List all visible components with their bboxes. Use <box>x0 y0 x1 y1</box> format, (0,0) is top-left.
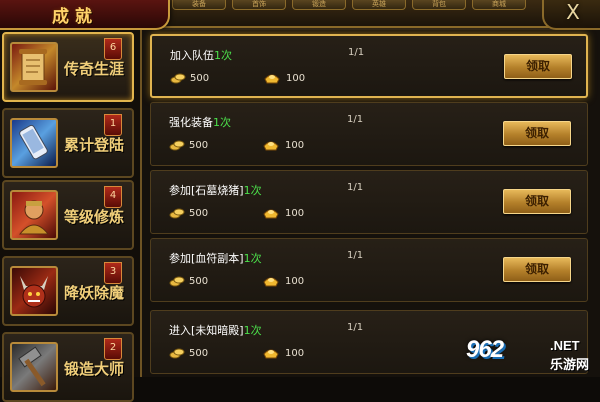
claim-button[interactable]: 领取 <box>504 54 572 79</box>
top-tab[interactable]: 背包 <box>412 0 466 10</box>
count-badge: 1 <box>104 114 122 136</box>
achievement-count: 1次 <box>243 184 262 197</box>
ingot-reward-value: 100 <box>285 348 305 359</box>
sidebar-item-label: 锻造大师 <box>64 360 125 378</box>
gold-ingot-icon <box>263 277 279 287</box>
achievement-window: 装备 首饰 锻造 英雄 背包 商城 X 成就 传奇生涯 6 累计登陆 1 等级修… <box>0 0 600 402</box>
ingot-reward-value: 100 <box>285 140 305 151</box>
top-tab[interactable]: 装备 <box>172 0 226 10</box>
count-badge: 3 <box>104 262 122 284</box>
gold-coins-icon <box>169 140 185 151</box>
close-button[interactable]: X <box>560 2 586 24</box>
gold-reward-value: 500 <box>189 208 209 219</box>
achievement-row: 加入队伍1次 1/1 500 100 领取 <box>150 34 588 98</box>
warrior-icon <box>10 190 58 240</box>
scroll-icon <box>10 42 58 92</box>
window-title: 成就 <box>52 7 98 27</box>
title-plate: 成就 <box>0 0 170 30</box>
gold-reward-value: 500 <box>189 140 209 151</box>
sidebar-item-legend-career[interactable]: 传奇生涯 6 <box>2 32 134 102</box>
sidebar-item-label: 累计登陆 <box>64 136 125 154</box>
achievement-progress: 1/1 <box>347 182 364 193</box>
watermark-sub-text: 乐游网 <box>550 358 590 373</box>
achievement-progress: 1/1 <box>348 47 365 58</box>
achievement-name: 强化装备1次 <box>169 116 231 129</box>
gold-ingot-icon <box>263 209 279 219</box>
claim-button[interactable]: 领取 <box>503 121 571 146</box>
phone-icon <box>10 118 58 168</box>
category-sidebar: 传奇生涯 6 累计登陆 1 等级修炼 4 降妖除魔 3 锻造大师 2 <box>0 30 142 402</box>
sidebar-item-forge-master[interactable]: 锻造大师 2 <box>2 332 134 402</box>
ingot-reward-value: 100 <box>285 208 305 219</box>
watermark-logo-text: 962 <box>466 336 504 363</box>
sidebar-item-demon-slaying[interactable]: 降妖除魔 3 <box>2 256 134 326</box>
achievement-row: 参加[血符副本]1次 1/1 500 100 领取 <box>150 238 588 302</box>
achievement-count: 1次 <box>214 49 232 62</box>
top-tab[interactable]: 锻造 <box>292 0 346 10</box>
gold-coins-icon <box>169 208 185 219</box>
gold-coins-icon <box>169 276 185 287</box>
achievement-row: 参加[石墓烧猪]1次 1/1 500 100 领取 <box>150 170 588 234</box>
claim-button[interactable]: 领取 <box>503 257 571 282</box>
ingot-reward-value: 100 <box>285 276 305 287</box>
gold-reward-value: 500 <box>189 276 209 287</box>
sidebar-item-label: 降妖除魔 <box>64 284 125 302</box>
achievement-progress: 1/1 <box>347 322 364 333</box>
top-tab[interactable]: 商城 <box>472 0 526 10</box>
achievement-list: 加入队伍1次 1/1 500 100 领取 强化装备1次 1/1 500 100… <box>142 30 600 377</box>
achievement-name: 进入[未知暗殿]1次 <box>169 324 262 337</box>
count-badge: 4 <box>104 186 122 208</box>
demon-icon <box>10 266 58 316</box>
gold-ingot-icon <box>263 349 279 359</box>
count-badge: 2 <box>104 338 122 360</box>
achievement-row: 强化装备1次 1/1 500 100 领取 <box>150 102 588 166</box>
sidebar-item-label: 等级修炼 <box>64 208 125 226</box>
top-tabs: 装备 首饰 锻造 英雄 背包 商城 <box>172 0 526 10</box>
achievement-count: 1次 <box>243 252 262 265</box>
top-tab[interactable]: 英雄 <box>352 0 406 10</box>
ingot-reward-value: 100 <box>286 73 306 84</box>
gold-reward-value: 500 <box>189 348 209 359</box>
watermark-net-text: .NET <box>550 338 580 353</box>
achievement-name: 加入队伍1次 <box>170 49 232 62</box>
hammer-icon <box>10 342 58 392</box>
top-tab[interactable]: 首饰 <box>232 0 286 10</box>
gold-ingot-icon <box>263 141 279 151</box>
sidebar-item-login-total[interactable]: 累计登陆 1 <box>2 108 134 178</box>
site-watermark: 962 .NET 乐游网 <box>466 336 594 373</box>
achievement-progress: 1/1 <box>347 250 364 261</box>
sidebar-item-level-training[interactable]: 等级修炼 4 <box>2 180 134 250</box>
achievement-count: 1次 <box>213 116 231 129</box>
achievement-progress: 1/1 <box>347 114 364 125</box>
count-badge: 6 <box>104 38 122 60</box>
achievement-name: 参加[石墓烧猪]1次 <box>169 184 262 197</box>
achievement-name: 参加[血符副本]1次 <box>169 252 262 265</box>
gold-ingot-icon <box>264 74 280 84</box>
gold-coins-icon <box>169 348 185 359</box>
gold-coins-icon <box>170 73 186 84</box>
achievement-count: 1次 <box>243 324 262 337</box>
gold-reward-value: 500 <box>190 73 210 84</box>
claim-button[interactable]: 领取 <box>503 189 571 214</box>
sidebar-item-label: 传奇生涯 <box>64 60 125 78</box>
